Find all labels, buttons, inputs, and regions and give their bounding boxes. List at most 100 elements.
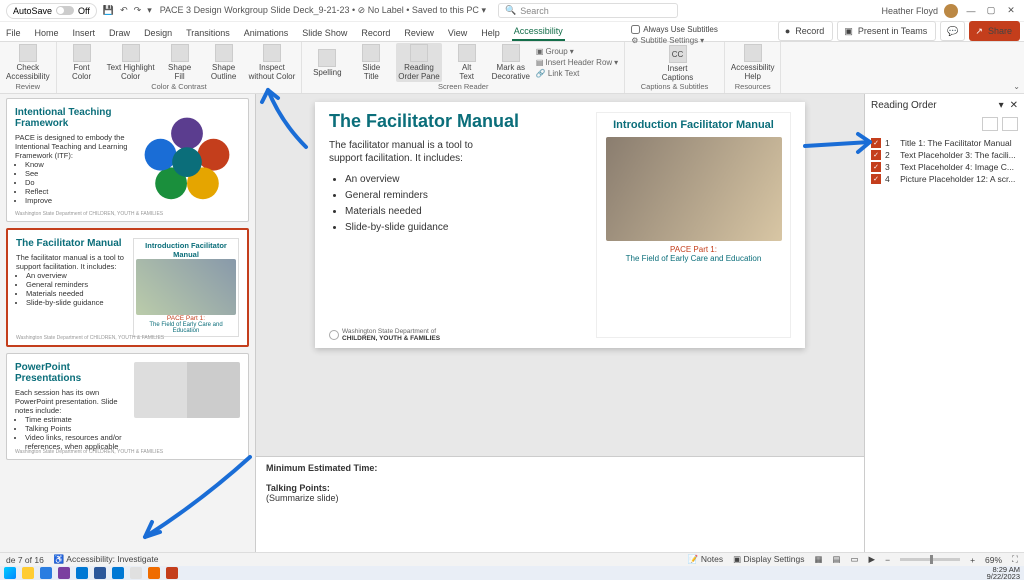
panel-dropdown-icon[interactable]: ▾ [999, 100, 1004, 111]
inspect-color-button[interactable]: Inspect without Color [249, 44, 296, 81]
present-teams-button[interactable]: ▣ Present in Teams [837, 21, 936, 41]
close-button[interactable]: ✕ [1004, 5, 1018, 16]
slide-thumbnails[interactable]: Intentional Teaching Framework PACE is d… [0, 94, 256, 552]
move-down-button[interactable] [1002, 117, 1018, 131]
autosave-toggle[interactable]: AutoSave Off [6, 3, 97, 19]
shape-fill-button[interactable]: Shape Fill [161, 44, 199, 81]
start-icon[interactable] [4, 567, 16, 579]
font-color-icon [73, 44, 91, 62]
fit-icon[interactable]: ⛶ [1012, 554, 1018, 565]
slide-body[interactable]: The facilitator manual is a tool to supp… [329, 139, 499, 166]
thumb-footer: Washington State Department of CHILDREN,… [16, 335, 164, 341]
check-accessibility-button[interactable]: Check Accessibility [6, 44, 50, 81]
link-text-button[interactable]: 🔗 Link Text [536, 69, 618, 78]
thumb-8[interactable]: PowerPoint Presentations Each session ha… [6, 353, 249, 460]
slide-bullets[interactable]: An overview General reminders Materials … [329, 174, 582, 233]
slideshow-view-icon[interactable]: ▶ [869, 554, 876, 565]
powerpoint-icon[interactable] [166, 567, 178, 579]
word-icon[interactable] [94, 567, 106, 579]
zoom-level[interactable]: 69% [985, 555, 1002, 565]
accessibility-status[interactable]: ♿ Accessibility: Investigate [54, 554, 159, 565]
minimize-button[interactable]: — [964, 6, 978, 16]
edge-icon[interactable] [40, 567, 52, 579]
spelling-button[interactable]: Spelling [308, 43, 346, 82]
move-up-button[interactable] [982, 117, 998, 131]
highlight-button[interactable]: Text Highlight Color [107, 44, 155, 81]
tab-transitions[interactable]: Transitions [184, 25, 232, 41]
display-settings-button[interactable]: ▣ Display Settings [733, 554, 804, 565]
zoom-icon[interactable] [112, 567, 124, 579]
mark-decorative-button[interactable]: Mark as Decorative [492, 43, 530, 82]
undo-icon[interactable]: ↶ [120, 5, 128, 16]
comments-button[interactable]: 💬 [940, 21, 965, 41]
cc-icon: CC [669, 45, 687, 63]
slide-area[interactable]: The Facilitator Manual The facilitator m… [256, 94, 864, 456]
slide-title-button[interactable]: Slide Title [352, 43, 390, 82]
search-input[interactable]: 🔍 Search [498, 3, 678, 18]
slide-canvas[interactable]: The Facilitator Manual The facilitator m… [315, 102, 805, 348]
explorer-icon[interactable] [22, 567, 34, 579]
normal-view-icon[interactable]: ▦ [814, 554, 822, 565]
tab-draw[interactable]: Draw [107, 25, 132, 41]
thumb-7[interactable]: The Facilitator Manual The facilitator m… [6, 228, 249, 347]
tab-home[interactable]: Home [33, 25, 61, 41]
tab-file[interactable]: File [4, 25, 23, 41]
slide-title[interactable]: The Facilitator Manual [329, 112, 582, 131]
always-subtitles-checkbox[interactable]: Always Use Subtitles [631, 25, 718, 34]
font-color-button[interactable]: Font Color [63, 44, 101, 81]
order-item[interactable]: ✓2 Text Placeholder 3: The facili... [871, 149, 1018, 161]
editor: The Facilitator Manual The facilitator m… [256, 94, 864, 552]
shape-outline-button[interactable]: Shape Outline [205, 44, 243, 81]
tab-insert[interactable]: Insert [71, 25, 98, 41]
app-icon[interactable] [130, 567, 142, 579]
onenote-icon[interactable] [58, 567, 70, 579]
tab-record[interactable]: Record [359, 25, 392, 41]
insert-captions-button[interactable]: CCInsert Captions [659, 45, 697, 82]
tab-slideshow[interactable]: Slide Show [300, 25, 349, 41]
sorter-view-icon[interactable]: ▤ [832, 554, 840, 565]
group-button[interactable]: ▣ Group ▾ [536, 47, 618, 56]
clock[interactable]: 8:29 AM 9/22/2023 [987, 566, 1020, 581]
panel-close-icon[interactable]: ✕ [1010, 100, 1018, 111]
avatar[interactable] [944, 4, 958, 18]
tab-accessibility[interactable]: Accessibility [512, 23, 565, 41]
tab-help[interactable]: Help [479, 25, 502, 41]
notes-pane[interactable]: Minimum Estimated Time: Talking Points: … [256, 456, 864, 552]
collapse-ribbon-icon[interactable]: ⌄ [1013, 82, 1020, 91]
reading-view-icon[interactable]: ▭ [851, 554, 859, 565]
thumb-6[interactable]: Intentional Teaching Framework PACE is d… [6, 98, 249, 222]
maximize-button[interactable]: ▢ [984, 5, 998, 16]
qat-dropdown-icon[interactable]: ▾ [147, 5, 152, 16]
header-row-button[interactable]: ▤ Insert Header Row ▾ [536, 58, 618, 67]
notes-toggle[interactable]: 📝 Notes [688, 554, 723, 565]
order-item[interactable]: ✓3 Text Placeholder 4: Image C... [871, 161, 1018, 173]
slide-counter[interactable]: de 7 of 16 [6, 555, 44, 565]
share-button[interactable]: ↗ Share [969, 21, 1020, 41]
app2-icon[interactable] [148, 567, 160, 579]
redo-icon[interactable]: ↷ [134, 5, 142, 16]
titlebar: AutoSave Off 💾 ↶ ↷ ▾ PACE 3 Design Workg… [0, 0, 1024, 22]
tab-design[interactable]: Design [142, 25, 174, 41]
accessibility-help-button[interactable]: Accessibility Help [731, 44, 775, 81]
status-bar: de 7 of 16 ♿ Accessibility: Investigate … [0, 552, 1024, 566]
save-icon[interactable]: 💾 [103, 5, 114, 16]
order-item[interactable]: ✓4 Picture Placeholder 12: A scr... [871, 173, 1018, 185]
toggle-icon [56, 6, 74, 15]
order-item[interactable]: ✓1 Title 1: The Facilitator Manual [871, 137, 1018, 149]
zoom-out-icon[interactable]: − [885, 555, 890, 565]
tab-review[interactable]: Review [402, 25, 436, 41]
thumb-footer: Washington State Department of CHILDREN,… [15, 449, 163, 455]
tab-view[interactable]: View [446, 25, 469, 41]
outlook-icon[interactable] [76, 567, 88, 579]
alt-text-button[interactable]: Alt Text [448, 43, 486, 82]
zoom-in-icon[interactable]: + [970, 555, 975, 565]
reading-order-button[interactable]: Reading Order Pane [396, 43, 441, 82]
slide-card[interactable]: Introduction Facilitator Manual PACE Par… [596, 112, 791, 338]
subtitle-settings-button[interactable]: ⚙ Subtitle Settings ▾ [631, 36, 704, 45]
zoom-slider[interactable] [900, 558, 960, 561]
tab-animations[interactable]: Animations [242, 25, 291, 41]
slide-title-icon [362, 44, 380, 62]
thumb-list: Know See Do Reflect Improve [15, 160, 128, 205]
user-name[interactable]: Heather Floyd [881, 6, 938, 16]
record-button[interactable]: ● Record [778, 21, 833, 41]
